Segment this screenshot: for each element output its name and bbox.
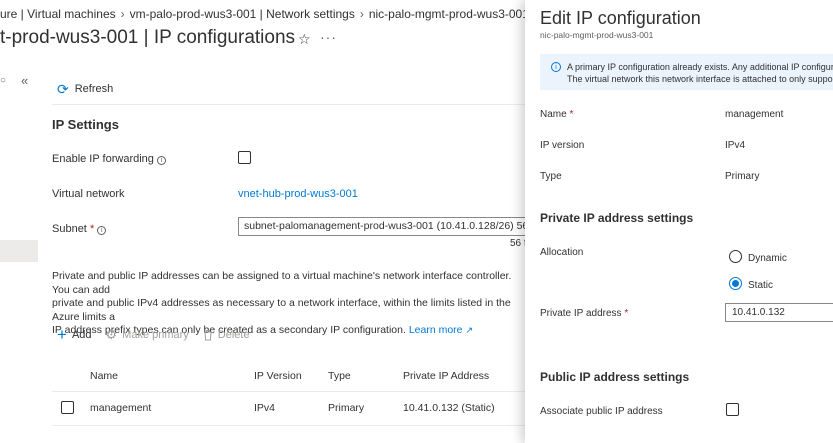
type-label: Type — [540, 171, 562, 182]
virtual-network-label: Virtual network — [52, 188, 125, 200]
command-bar-divider — [52, 104, 528, 105]
panel-title: Edit IP configuration — [540, 8, 701, 28]
breadcrumb-separator: › — [359, 7, 364, 21]
refresh-label: Refresh — [74, 83, 114, 95]
delete-button[interactable]: Delete — [203, 329, 250, 341]
info-banner-line-2: The virtual network this network interfa… — [567, 74, 833, 84]
external-link-icon: ↗ — [465, 325, 473, 335]
description-line-2: private and public IPv4 addresses as nec… — [52, 297, 511, 323]
virtual-network-link[interactable]: vnet-hub-prod-wus3-001 — [238, 188, 358, 200]
make-primary-button[interactable]: ⚙ Make primary — [106, 327, 189, 343]
allocation-dynamic-label[interactable]: Dynamic — [748, 253, 787, 264]
favorite-star-icon[interactable]: ☆ — [298, 31, 311, 48]
required-marker: * — [89, 223, 95, 235]
column-header-type[interactable]: Type — [328, 370, 351, 382]
table-row-divider — [52, 425, 528, 426]
info-banner-text: A primary IP configuration already exist… — [567, 61, 833, 85]
plus-icon: + — [57, 325, 67, 344]
subnet-label: Subnet * i — [52, 223, 107, 235]
breadcrumb-separator: › — [120, 7, 125, 21]
private-ip-label: Private IP address * — [540, 308, 628, 319]
add-button[interactable]: + Add — [57, 325, 92, 344]
allocation-dynamic-radio[interactable] — [729, 250, 742, 263]
column-header-ip-version[interactable]: IP Version — [254, 370, 302, 382]
breadcrumb-item-nic[interactable]: nic-palo-mgmt-prod-wus3-001 — [369, 7, 529, 21]
table-cell-ip-version: IPv4 — [254, 402, 276, 414]
table-header-divider — [52, 391, 528, 392]
private-ip-settings-heading: Private IP address settings — [540, 211, 694, 225]
table-cell-private-ip: 10.41.0.132 (Static) — [403, 402, 495, 414]
breadcrumb-item-virtual-machines[interactable]: ure | Virtual machines — [0, 7, 116, 21]
ip-version-value: IPv4 — [725, 140, 746, 151]
ip-settings-heading: IP Settings — [52, 117, 119, 132]
add-label: Add — [71, 329, 92, 341]
column-header-name[interactable]: Name — [90, 370, 118, 382]
associate-public-ip-label: Associate public IP address — [540, 406, 663, 417]
learn-more-text: Learn more — [408, 324, 463, 336]
refresh-icon: ⟳ — [57, 81, 69, 97]
panel-subtitle: nic-palo-mgmt-prod-wus3-001 — [540, 30, 654, 40]
ip-forwarding-label: Enable IP forwarding i — [52, 153, 166, 165]
private-ip-input[interactable]: 10.41.0.132 — [725, 303, 833, 322]
allocation-label: Allocation — [540, 247, 584, 258]
ip-config-toolbar: + Add ⚙ Make primary Delete — [57, 325, 264, 344]
collapse-menu-icon[interactable]: « — [21, 73, 28, 88]
selected-menu-item[interactable] — [0, 240, 38, 262]
breadcrumb: ure | Virtual machines › vm-palo-prod-wus3… — [0, 7, 529, 21]
info-icon[interactable]: i — [97, 226, 107, 235]
allocation-static-radio[interactable] — [729, 277, 742, 290]
description-line-1: Private and public IP addresses can be a… — [52, 270, 512, 296]
associate-public-ip-checkbox[interactable] — [726, 403, 739, 416]
ip-forwarding-label-text: Enable IP forwarding — [52, 153, 154, 165]
allocation-static-label[interactable]: Static — [748, 280, 773, 291]
ip-forwarding-checkbox[interactable] — [238, 151, 251, 164]
info-banner-line-1: A primary IP configuration already exist… — [567, 62, 833, 72]
subnet-dropdown[interactable]: subnet-palomanagement-prod-wus3-001 (10.… — [238, 217, 528, 236]
trash-icon — [203, 330, 212, 341]
page-title: t-prod-wus3-001 | IP configurations — [0, 27, 296, 48]
delete-label: Delete — [217, 329, 250, 341]
info-icon: i — [551, 62, 561, 72]
info-icon[interactable]: i — [156, 156, 166, 165]
more-options-icon[interactable]: ··· — [320, 29, 337, 45]
search-icon[interactable]: ○ — [0, 75, 6, 86]
subnet-label-text: Subnet — [52, 223, 87, 235]
row-select-checkbox[interactable] — [61, 401, 74, 414]
name-label: Name * — [540, 109, 573, 120]
table-cell-name[interactable]: management — [90, 402, 151, 414]
refresh-button[interactable]: ⟳ Refresh — [57, 82, 113, 96]
type-value: Primary — [725, 171, 760, 182]
gear-icon: ⚙ — [105, 327, 118, 342]
table-cell-type: Primary — [328, 402, 365, 414]
name-label-text: Name — [540, 109, 567, 120]
column-header-private-ip[interactable]: Private IP Address — [403, 370, 489, 382]
public-ip-settings-heading: Public IP address settings — [540, 370, 690, 384]
required-marker: * — [624, 308, 629, 319]
required-marker: * — [569, 109, 574, 120]
ip-version-label: IP version — [540, 140, 585, 151]
private-ip-label-text: Private IP address — [540, 308, 622, 319]
learn-more-link[interactable]: Learn more ↗ — [409, 324, 473, 336]
name-value: management — [725, 109, 784, 120]
breadcrumb-item-vm-network-settings[interactable]: vm-palo-prod-wus3-001 | Network settings — [130, 7, 355, 21]
make-primary-label: Make primary — [122, 329, 189, 341]
